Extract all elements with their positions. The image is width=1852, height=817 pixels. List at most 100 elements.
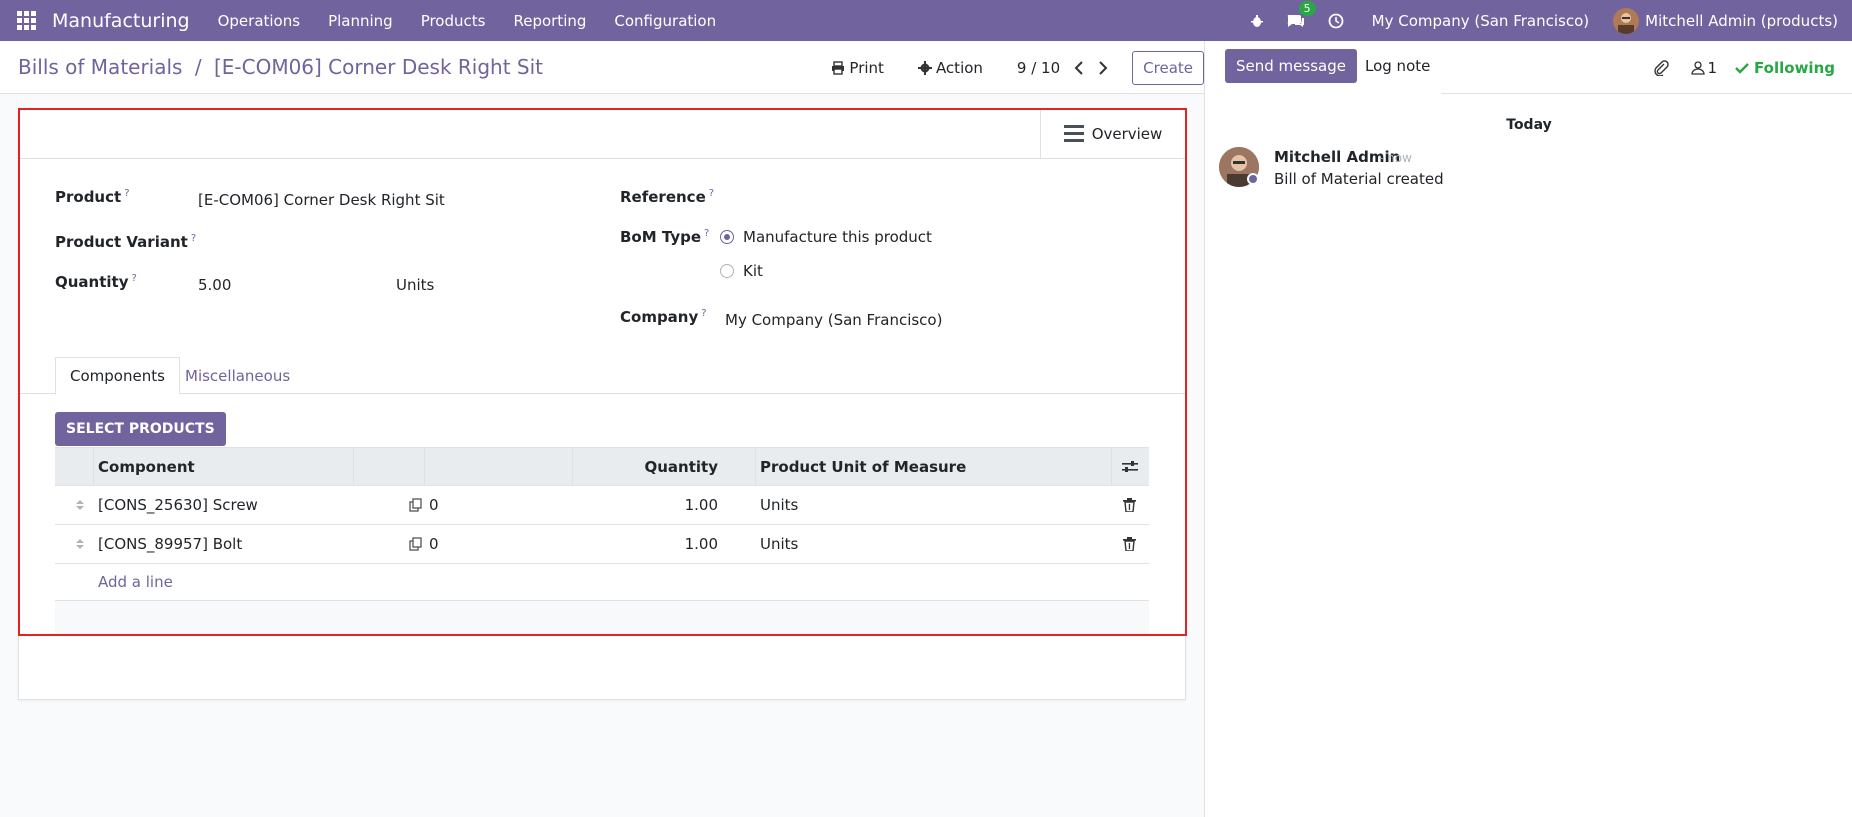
row-quantity[interactable]: 1.00 bbox=[685, 525, 718, 563]
table-row[interactable]: [CONS_89957] Bolt 0 1.00 Units bbox=[55, 525, 1149, 564]
copy-icon[interactable] bbox=[409, 525, 423, 563]
bom-type-kit-radio[interactable] bbox=[720, 264, 734, 278]
following-label: Following bbox=[1754, 58, 1835, 77]
optional-columns-icon[interactable] bbox=[1122, 448, 1138, 485]
action-label: Action bbox=[935, 58, 983, 77]
copy-icon[interactable] bbox=[409, 486, 423, 524]
log-note-button[interactable]: Log note bbox=[1361, 49, 1434, 83]
menu-products[interactable]: Products bbox=[421, 12, 486, 30]
product-label: Product? bbox=[55, 188, 130, 206]
activity-clock-icon[interactable] bbox=[1328, 13, 1344, 29]
trash-icon[interactable] bbox=[1123, 525, 1136, 563]
online-status-dot bbox=[1247, 173, 1259, 185]
help-tooltip-icon[interactable]: ? bbox=[132, 273, 137, 284]
help-tooltip-icon[interactable]: ? bbox=[701, 308, 706, 319]
help-tooltip-icon[interactable]: ? bbox=[709, 188, 714, 199]
overview-button[interactable]: Overview bbox=[1040, 109, 1185, 158]
chevron-left-icon[interactable] bbox=[1074, 60, 1084, 75]
gear-icon bbox=[917, 60, 932, 75]
bom-type-label: BoM Type? bbox=[620, 228, 710, 246]
user-icon bbox=[1690, 60, 1705, 75]
user-avatar bbox=[1613, 7, 1640, 34]
navbar-systray: 5 My Company (San Francisco) Mitchell Ad… bbox=[1228, 0, 1838, 41]
create-button[interactable]: Create bbox=[1132, 50, 1204, 85]
add-line-row: Add a line bbox=[55, 564, 1149, 601]
debug-bug-icon[interactable] bbox=[1250, 14, 1264, 28]
quantity-label: Quantity? bbox=[55, 273, 137, 291]
following-button[interactable]: Following bbox=[1735, 59, 1835, 77]
product-variant-field[interactable] bbox=[198, 233, 578, 253]
check-icon bbox=[1735, 62, 1749, 74]
row-component[interactable]: [CONS_89957] Bolt bbox=[98, 525, 242, 563]
menu-planning[interactable]: Planning bbox=[328, 12, 393, 30]
date-separator: Today bbox=[1506, 117, 1552, 133]
print-icon bbox=[832, 60, 845, 75]
table-row[interactable]: [CONS_25630] Screw 0 1.00 Units bbox=[55, 486, 1149, 525]
tab-miscellaneous[interactable]: Miscellaneous bbox=[171, 357, 304, 395]
company-switcher[interactable]: My Company (San Francisco) bbox=[1372, 12, 1589, 30]
tab-components[interactable]: Components bbox=[55, 357, 180, 395]
form-sheet: Overview Product? [E-COM06] Corner Desk … bbox=[18, 108, 1186, 700]
messages-chat-icon[interactable]: 5 bbox=[1286, 0, 1316, 29]
components-table: Component Quantity Product Unit of Measu… bbox=[55, 447, 1149, 636]
user-name: Mitchell Admin (products) bbox=[1645, 11, 1838, 30]
message-time: - now bbox=[1379, 151, 1412, 165]
row-col3[interactable]: 0 bbox=[429, 525, 439, 563]
chevron-right-icon[interactable] bbox=[1098, 60, 1108, 75]
breadcrumb: Bills of Materials / [E-COM06] Corner De… bbox=[18, 55, 543, 79]
print-button[interactable]: Print bbox=[831, 59, 884, 77]
bars-icon bbox=[1063, 125, 1084, 142]
notebook-tabs: Components Miscellaneous bbox=[19, 357, 1185, 395]
app-menu-icon[interactable] bbox=[0, 0, 52, 41]
user-menu[interactable]: Mitchell Admin (products) bbox=[1613, 7, 1838, 34]
bom-type-manufacture-radio[interactable] bbox=[720, 230, 734, 244]
help-tooltip-icon[interactable]: ? bbox=[124, 188, 129, 199]
menu-configuration[interactable]: Configuration bbox=[614, 12, 716, 30]
action-button[interactable]: Action bbox=[917, 58, 983, 77]
quantity-field[interactable]: 5.00 bbox=[198, 276, 231, 294]
bom-type-kit-label[interactable]: Kit bbox=[743, 262, 763, 280]
menu-operations[interactable]: Operations bbox=[218, 12, 300, 30]
overview-label: Overview bbox=[1091, 124, 1163, 143]
send-message-button[interactable]: Send message bbox=[1225, 49, 1357, 83]
company-field[interactable]: My Company (San Francisco) bbox=[725, 311, 942, 329]
header-component[interactable]: Component bbox=[98, 448, 195, 485]
quantity-uom-field[interactable]: Units bbox=[396, 276, 434, 294]
chatter-panel: Send message Log note 1 Following Today … bbox=[1204, 41, 1852, 817]
chatter-topbar: Send message Log note 1 Following bbox=[1205, 41, 1852, 94]
row-col3[interactable]: 0 bbox=[429, 486, 439, 524]
breadcrumb-current: [E-COM06] Corner Desk Right Sit bbox=[213, 55, 543, 79]
help-tooltip-icon[interactable]: ? bbox=[191, 233, 196, 244]
help-tooltip-icon[interactable]: ? bbox=[704, 228, 709, 239]
trash-icon[interactable] bbox=[1123, 486, 1136, 524]
breadcrumb-parent[interactable]: Bills of Materials bbox=[18, 55, 182, 79]
chatter-tools: 1 Following bbox=[1653, 41, 1835, 94]
row-quantity[interactable]: 1.00 bbox=[685, 486, 718, 524]
reference-field[interactable] bbox=[724, 188, 1164, 208]
row-uom[interactable]: Units bbox=[760, 486, 798, 524]
pager-value[interactable]: 9 / 10 bbox=[1017, 59, 1060, 77]
add-line-link[interactable]: Add a line bbox=[98, 564, 173, 600]
drag-handle-icon[interactable] bbox=[75, 525, 85, 563]
company-label: Company? bbox=[620, 308, 707, 326]
followers-count: 1 bbox=[1707, 58, 1718, 77]
row-component[interactable]: [CONS_25630] Screw bbox=[98, 486, 258, 524]
pager-nav bbox=[1074, 60, 1108, 75]
header-uom[interactable]: Product Unit of Measure bbox=[760, 448, 966, 485]
header-quantity[interactable]: Quantity bbox=[645, 448, 719, 485]
paperclip-icon[interactable] bbox=[1653, 59, 1669, 76]
table-header: Component Quantity Product Unit of Measu… bbox=[55, 447, 1149, 486]
main-menu: Operations Planning Products Reporting C… bbox=[218, 12, 745, 30]
product-field[interactable]: [E-COM06] Corner Desk Right Sit bbox=[198, 191, 445, 209]
breadcrumb-separator: / bbox=[194, 55, 202, 79]
select-products-button[interactable]: SELECT PRODUCTS bbox=[55, 412, 226, 446]
drag-handle-icon[interactable] bbox=[75, 486, 85, 524]
followers-button[interactable]: 1 bbox=[1690, 58, 1718, 77]
app-brand[interactable]: Manufacturing bbox=[52, 10, 190, 32]
bom-type-manufacture-label[interactable]: Manufacture this product bbox=[743, 228, 932, 246]
control-panel-actions: Print Action 9 / 10 Create bbox=[831, 41, 1204, 94]
print-label: Print bbox=[849, 58, 884, 77]
form-statusbar: Overview bbox=[19, 109, 1185, 159]
row-uom[interactable]: Units bbox=[760, 525, 798, 563]
menu-reporting[interactable]: Reporting bbox=[513, 12, 586, 30]
